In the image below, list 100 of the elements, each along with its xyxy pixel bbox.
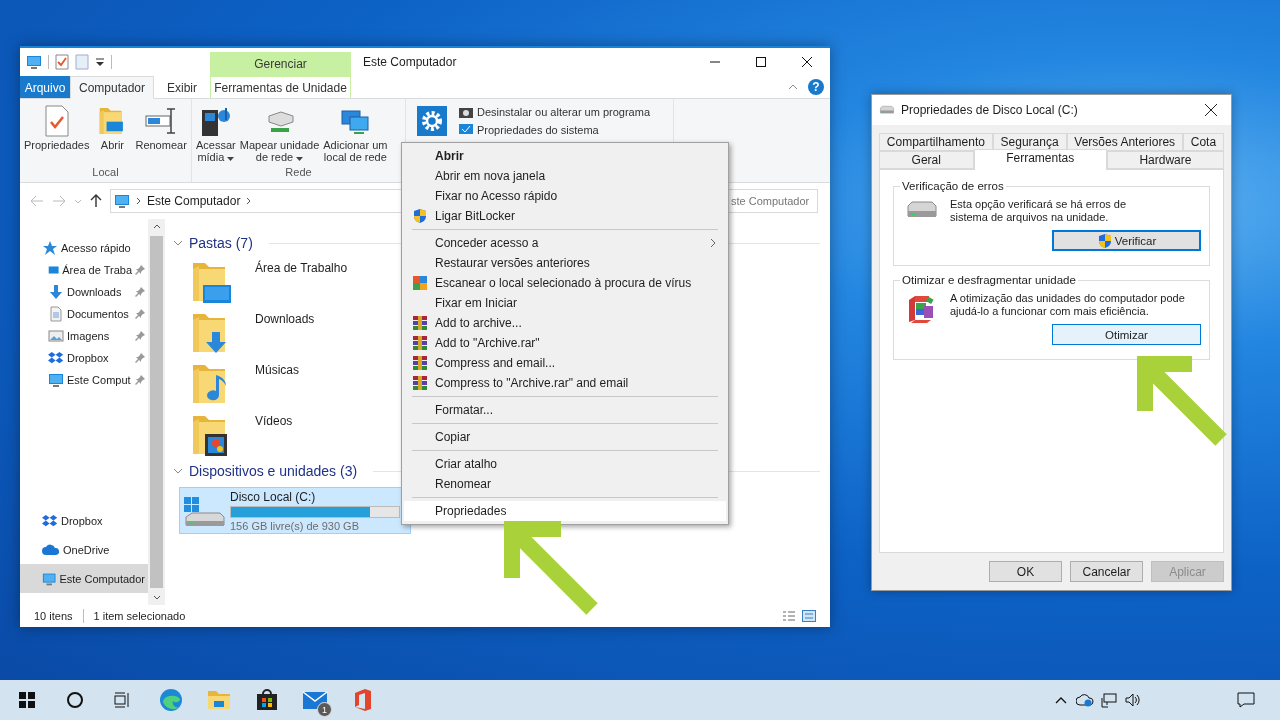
pin-icon [135,353,145,363]
star-icon [42,240,58,256]
collapse-chevron-icon[interactable] [173,466,183,476]
ribbon-small-button[interactable]: Desinstalar ou alterar um programa [458,105,651,119]
ribbon-button[interactable]: Adicionar um local de rede [322,103,389,163]
menu-item[interactable]: Add to "Archive.rar" [404,333,726,353]
nav-item[interactable]: Imagens [20,325,148,347]
drive-icon [879,104,895,116]
context-tab-header: Gerenciar [210,52,351,76]
nav-item[interactable]: OneDrive [20,535,148,564]
ribbon-button[interactable]: Abrir [96,103,129,151]
dialog-title: Propriedades de Disco Local (C:) [901,103,1078,117]
ribbon-button[interactable]: Acessar mídia [195,103,237,163]
menu-item[interactable]: Propriedades [404,501,726,521]
drive-icon [905,200,939,220]
nav-item[interactable]: Este Comput [20,369,148,391]
group-description: Esta opção verificará se há erros de sistema de arquivos na unidade. [950,198,1128,224]
customize-icon[interactable] [95,57,105,67]
back-button[interactable] [30,195,44,207]
nav-item[interactable]: Downloads [20,281,148,303]
caret-icon [227,157,235,161]
archive-icon [412,315,428,331]
back-arrow-icon [30,195,44,207]
caret-up-icon [1055,696,1067,704]
help-button[interactable]: ? [808,79,824,95]
menu-item[interactable]: Add to archive... [404,313,726,333]
ribbon-button[interactable]: Renomear [134,103,188,151]
ribbon-small-button[interactable]: Propriedades do sistema [458,123,651,137]
folder-name[interactable]: Downloads [255,310,315,326]
drive-tile[interactable]: Disco Local (C:) 156 GB livre(s) de 930 GB [179,487,411,534]
windows-logo-icon [19,692,35,708]
scrollbar[interactable] [148,219,165,605]
image-icon [48,328,64,344]
close-icon [1205,104,1217,116]
monitor-check-icon [458,123,474,137]
dialog-button[interactable]: Cancelar [1070,561,1143,582]
caret-icon [296,157,304,161]
section-title: Dispositivos e unidades (3) [189,463,358,479]
menu-item[interactable]: Restaurar versões anteriores [404,253,726,273]
file-menu-tab[interactable]: Arquivo [20,76,70,98]
archive-icon [412,375,428,391]
ribbon-tab[interactable]: Ferramentas de Unidade [210,76,351,98]
nav-item[interactable]: Documentos [20,303,148,325]
nav-item[interactable]: Dropbox [20,347,148,369]
group-button[interactable]: Verificar [1052,230,1201,251]
forward-button[interactable] [52,195,66,207]
recent-locations-button[interactable] [74,198,82,204]
dialog-tab[interactable]: Geral [879,151,974,169]
nav-item[interactable]: Dropbox [20,506,148,535]
dialog-tab[interactable]: Compartilhamento [879,133,993,151]
menu-item[interactable]: Abrir em nova janela [404,166,726,186]
up-button[interactable] [90,194,102,208]
computer-icon[interactable] [26,54,42,70]
task-view-icon [114,692,132,708]
folder-name[interactable]: Músicas [255,361,299,377]
group-button[interactable]: Otimizar [1052,324,1201,345]
ribbon-button[interactable]: Propriedades [23,103,91,151]
item-count: 10 itens [34,610,73,622]
dialog-tab[interactable]: Versões Anteriores [1066,133,1183,151]
pin-icon [135,309,145,319]
gear-icon [417,106,447,136]
pin-icon [135,375,145,385]
menu-item[interactable]: Escanear o local selecionado à procura de vírus [404,273,726,293]
folder-name[interactable]: Vídeos [255,412,293,428]
maximize-icon [756,57,766,67]
nav-item[interactable]: Este Computador [20,564,148,593]
group-title: Otimizar e desfragmentar unidade [901,274,1077,286]
document-icon [48,306,64,322]
menu-item[interactable]: Formatar... [404,400,726,420]
menu-item[interactable]: Copiar [404,427,726,447]
folder-name[interactable]: Área de Trabalho [255,259,348,275]
nav-item[interactable]: Acesso rápido [20,237,148,259]
antivirus-icon [412,275,428,291]
collapse-chevron-icon[interactable] [173,238,183,248]
chevron-icon [136,197,141,205]
menu-item[interactable]: Compress to "Archive.rar" and email [404,373,726,393]
mail-button[interactable]: 1 [291,680,339,720]
nav-item[interactable]: Área de Traba [20,259,148,281]
properties-icon[interactable] [55,54,69,70]
dropbox-icon [48,350,64,366]
search-icon [66,691,84,709]
menu-item[interactable]: Criar atalho [404,454,726,474]
menu-item[interactable]: Conceder acesso a [404,233,726,253]
collapse-icon[interactable] [788,84,798,90]
menu-item[interactable]: Abrir [404,146,726,166]
tiles-view-icon[interactable] [802,610,816,622]
menu-item[interactable]: Compress and email... [404,353,726,373]
dialog-tab[interactable]: Ferramentas [973,149,1107,170]
details-view-icon[interactable] [782,610,796,622]
dialog-tab[interactable]: Cota [1182,133,1224,151]
breadcrumb[interactable]: Este Computador [147,194,241,208]
ribbon-tab[interactable]: Computador [70,76,154,99]
free-space: 156 GB livre(s) de 930 GB [230,519,360,532]
dropbox-icon [42,512,58,529]
ribbon-button[interactable]: Mapear unidade de rede [238,103,321,163]
dialog-tab[interactable]: Hardware [1106,151,1224,169]
dialog-button[interactable]: OK [989,561,1062,582]
menu-item[interactable]: Fixar em Iniciar [404,293,726,313]
archive-icon [412,355,428,371]
speech-bubble-icon [1237,692,1255,708]
